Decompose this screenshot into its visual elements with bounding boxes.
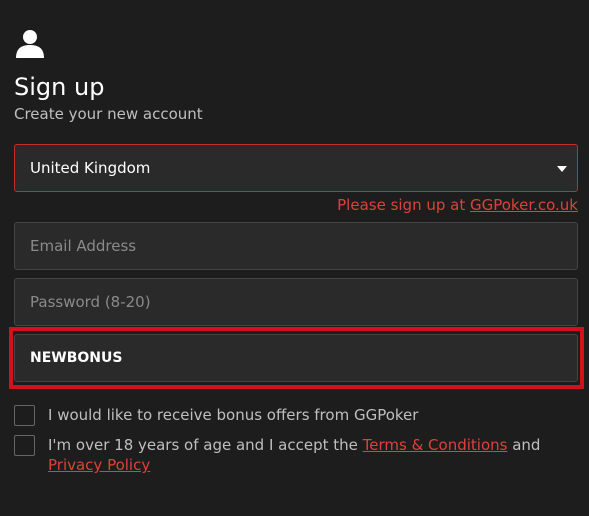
age-terms-and: and: [507, 436, 541, 454]
terms-conditions-link[interactable]: Terms & Conditions: [363, 436, 508, 454]
country-select[interactable]: United Kingdom: [14, 144, 578, 192]
age-terms-label: I'm over 18 years of age and I accept th…: [48, 435, 568, 475]
privacy-policy-link[interactable]: Privacy Policy: [48, 456, 150, 474]
bonus-offers-label: I would like to receive bonus offers fro…: [48, 406, 419, 424]
page-title: Sign up: [14, 73, 105, 101]
promo-code-value: NEWBONUS: [30, 350, 123, 366]
caret-down-icon[interactable]: [557, 166, 567, 172]
country-warning-text: Please sign up at: [337, 196, 470, 214]
country-warning: Please sign up at GGPoker.co.uk: [337, 195, 578, 215]
signup-panel: Sign up Create your new account United K…: [0, 0, 589, 516]
page-subtitle: Create your new account: [14, 105, 203, 123]
bonus-offers-checkbox[interactable]: [14, 405, 35, 426]
email-field[interactable]: Email Address: [14, 222, 578, 270]
country-select-value: United Kingdom: [30, 159, 151, 177]
age-terms-text: I'm over 18 years of age and I accept th…: [48, 436, 363, 454]
email-placeholder: Email Address: [30, 237, 137, 255]
age-terms-checkbox[interactable]: [14, 435, 35, 456]
user-icon: [16, 30, 44, 58]
password-placeholder: Password (8-20): [30, 293, 151, 311]
password-field[interactable]: Password (8-20): [14, 278, 578, 326]
ggpoker-uk-link[interactable]: GGPoker.co.uk: [470, 196, 578, 214]
promo-code-field[interactable]: NEWBONUS: [14, 334, 578, 382]
